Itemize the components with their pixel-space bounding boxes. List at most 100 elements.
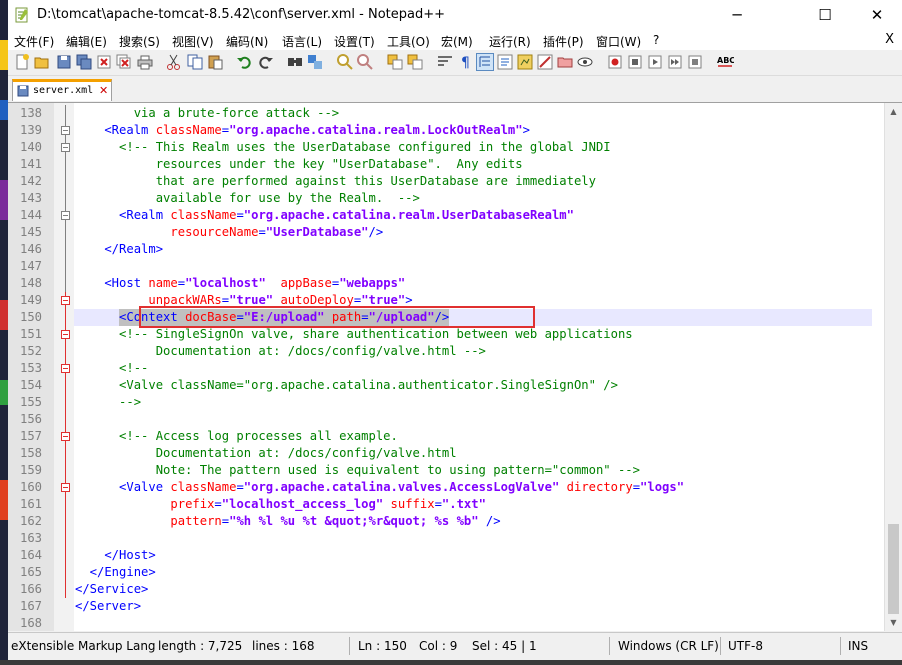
line-number: 165 (19, 565, 42, 579)
code-line[interactable]: 138 via a brute-force attack --> (8, 105, 872, 122)
status-eol[interactable]: Windows (CR LF) (618, 639, 719, 653)
code-line[interactable]: 142 that are performed against this User… (8, 173, 872, 190)
minimize-button[interactable]: ─ (714, 0, 760, 31)
title-bar[interactable]: D:\tomcat\apache-tomcat-8.5.42\conf\serv… (8, 0, 902, 31)
fold-toggle-icon[interactable] (61, 364, 70, 373)
spellcheck-icon[interactable]: ABC (716, 53, 734, 71)
code-line[interactable]: 158 Documentation at: /docs/config/valve… (8, 445, 872, 462)
code-line[interactable]: 157 <!-- Access log processes all exampl… (8, 428, 872, 445)
menu-macro[interactable]: 宏(M) (441, 33, 473, 50)
code-line[interactable]: 162 pattern="%h %l %u %t &quot;%r&quot; … (8, 513, 872, 530)
undo-icon[interactable] (236, 53, 254, 71)
code-line[interactable]: 145 resourceName="UserDatabase"/> (8, 224, 872, 241)
save-macro-icon[interactable] (686, 53, 704, 71)
sync-v-icon[interactable] (386, 53, 404, 71)
scroll-down-icon[interactable]: ▼ (885, 614, 902, 631)
status-encoding[interactable]: UTF-8 (728, 639, 763, 653)
tab-server-xml[interactable]: server.xml ✕ (12, 79, 112, 101)
zoom-in-icon[interactable] (336, 53, 354, 71)
fold-toggle-icon[interactable] (61, 296, 70, 305)
code-line[interactable]: 166 </Service> (8, 581, 872, 598)
code-line[interactable]: 164 </Host> (8, 547, 872, 564)
play-multi-icon[interactable] (666, 53, 684, 71)
code-line[interactable]: 146 </Realm> (8, 241, 872, 258)
indent-guide-icon[interactable] (476, 53, 494, 71)
fold-toggle-icon[interactable] (61, 432, 70, 441)
close-document-button[interactable]: X (885, 32, 894, 47)
cut-icon[interactable] (165, 53, 183, 71)
code-line[interactable]: 160 <Valve className="org.apache.catalin… (8, 479, 872, 496)
scroll-up-icon[interactable]: ▲ (885, 103, 902, 120)
zoom-out-icon[interactable] (356, 53, 374, 71)
all-chars-icon[interactable]: ¶ (456, 53, 474, 71)
folder-icon[interactable] (556, 53, 574, 71)
menu-tools[interactable]: 工具(O) (387, 33, 430, 50)
monitor-icon[interactable] (576, 53, 594, 71)
vertical-scrollbar[interactable]: ▲ ▼ (884, 103, 902, 631)
code-line[interactable]: 139 <Realm className="org.apache.catalin… (8, 122, 872, 139)
func-list-icon[interactable] (536, 53, 554, 71)
maximize-button[interactable]: ☐ (802, 0, 848, 31)
code-line[interactable]: 159 Note: The pattern used is equivalent… (8, 462, 872, 479)
code-line[interactable]: 155 --> (8, 394, 872, 411)
fold-toggle-icon[interactable] (61, 126, 70, 135)
menu-run[interactable]: 运行(R) (489, 33, 531, 50)
menu-file[interactable]: 文件(F) (14, 33, 54, 50)
menu-plugins[interactable]: 插件(P) (543, 33, 584, 50)
record-icon[interactable] (606, 53, 624, 71)
replace-icon[interactable] (306, 53, 324, 71)
find-icon[interactable] (286, 53, 304, 71)
code-line[interactable]: 167 </Server> (8, 598, 872, 615)
code-line[interactable]: 151 <!-- SingleSignOn valve, share authe… (8, 326, 872, 343)
code-line[interactable]: 163 (8, 530, 872, 547)
code-line[interactable]: 148 <Host name="localhost" appBase="weba… (8, 275, 872, 292)
open-icon[interactable] (33, 53, 51, 71)
code-line[interactable]: 165 </Engine> (8, 564, 872, 581)
menu-search[interactable]: 搜索(S) (119, 33, 160, 50)
code-line[interactable]: 153 <!-- (8, 360, 872, 377)
fold-toggle-icon[interactable] (61, 483, 70, 492)
close-all-icon[interactable] (115, 53, 133, 71)
wrap-icon[interactable] (436, 53, 454, 71)
close-icon[interactable] (95, 53, 113, 71)
menu-settings[interactable]: 设置(T) (334, 33, 375, 50)
menu-edit[interactable]: 编辑(E) (66, 33, 107, 50)
udl-icon[interactable] (496, 53, 514, 71)
copy-icon[interactable] (186, 53, 204, 71)
save-all-icon[interactable] (75, 53, 93, 71)
line-code: </Service> (75, 582, 149, 596)
code-line[interactable]: 141 resources under the key "UserDatabas… (8, 156, 872, 173)
code-line[interactable]: 152 Documentation at: /docs/config/valve… (8, 343, 872, 360)
code-line[interactable]: 161 prefix="localhost_access_log" suffix… (8, 496, 872, 513)
stop-icon[interactable] (626, 53, 644, 71)
fold-toggle-icon[interactable] (61, 211, 70, 220)
menu-view[interactable]: 视图(V) (172, 33, 214, 50)
menu-help[interactable]: ? (653, 33, 659, 47)
code-line[interactable]: 154 <Valve className="org.apache.catalin… (8, 377, 872, 394)
status-insert-mode[interactable]: INS (848, 639, 868, 653)
scrollbar-thumb[interactable] (888, 524, 899, 614)
play-icon[interactable] (646, 53, 664, 71)
print-icon[interactable] (136, 53, 154, 71)
code-line[interactable]: 147 (8, 258, 872, 275)
doc-map-icon[interactable] (516, 53, 534, 71)
code-line[interactable]: 156 (8, 411, 872, 428)
sync-h-icon[interactable] (406, 53, 424, 71)
menu-encoding[interactable]: 编码(N) (226, 33, 268, 50)
code-line[interactable]: 140 <!-- This Realm uses the UserDatabas… (8, 139, 872, 156)
paste-icon[interactable] (206, 53, 224, 71)
save-icon[interactable] (55, 53, 73, 71)
menu-window[interactable]: 窗口(W) (596, 33, 641, 50)
fold-toggle-icon[interactable] (61, 330, 70, 339)
code-line[interactable]: 144 <Realm className="org.apache.catalin… (8, 207, 872, 224)
code-editor[interactable]: 138 via a brute-force attack --> 139 <Rea… (8, 103, 902, 631)
code-line[interactable]: 143 available for use by the Realm. --> (8, 190, 872, 207)
status-file-type: eXtensible Markup Lang (11, 639, 156, 653)
close-window-button[interactable]: ✕ (854, 0, 900, 31)
code-line[interactable]: 168 (8, 615, 872, 631)
redo-icon[interactable] (256, 53, 274, 71)
new-icon[interactable] (13, 53, 31, 71)
menu-language[interactable]: 语言(L) (282, 33, 322, 50)
fold-toggle-icon[interactable] (61, 143, 70, 152)
tab-close-icon[interactable]: ✕ (99, 84, 108, 97)
